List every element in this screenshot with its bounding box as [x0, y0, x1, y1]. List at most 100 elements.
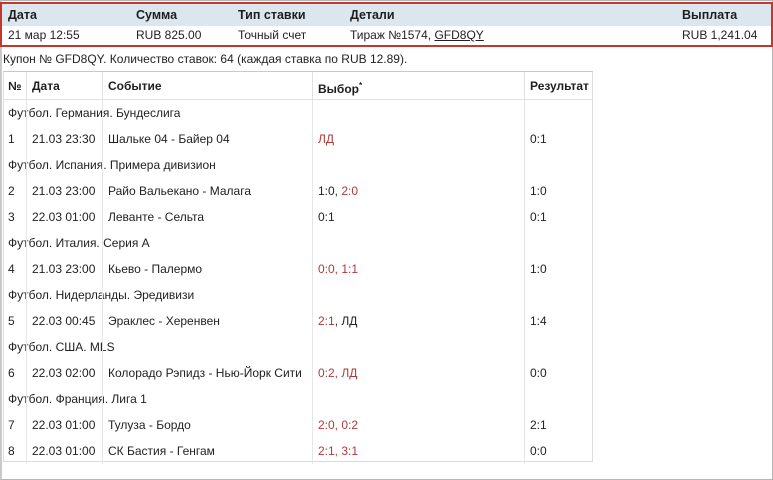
bet-date: 21 мар 12:55	[8, 28, 80, 42]
bet-payout: RUB 1,241.04	[682, 28, 758, 42]
column-divider	[102, 100, 103, 464]
event-result: 1:0	[530, 262, 547, 276]
event-name: Райо Вальекано - Малага	[108, 184, 252, 198]
event-pick: 1:0, 2:0	[318, 178, 358, 204]
event-row: 8 22.03 01:00 СК Бастия - Генгам 2:1, 3:1 0:…	[4, 438, 592, 464]
event-num: 3	[8, 210, 15, 224]
coupon-summary: Купон № GFD8QY. Количество ставок: 64 (к…	[3, 52, 408, 66]
event-date: 21.03 23:00	[32, 184, 96, 198]
event-row: 2 21.03 23:00 Райо Вальекано - Малага 1:0, …	[4, 178, 592, 204]
pick-value: 1:0,	[318, 184, 342, 198]
event-date: 22.03 01:00	[32, 418, 96, 432]
event-row: 1 21.03 23:30 Шальке 04 - Байер 04 ЛД 0:1	[4, 126, 592, 152]
event-num: 4	[8, 262, 15, 276]
header-divider	[102, 72, 103, 100]
event-pick: 0:0, 1:1	[318, 256, 358, 282]
event-name: Тулуза - Бордо	[108, 418, 191, 432]
column-divider	[524, 100, 525, 464]
header-divider	[26, 72, 27, 100]
bet-row[interactable]: 21 мар 12:55 RUB 825.00 Точный счет Тира…	[0, 26, 773, 47]
events-table: № Дата Событие Выбор* Результат Футбол. …	[3, 71, 593, 464]
header-payout: Выплата	[682, 8, 738, 22]
pick-value: 0:0, 1:1	[318, 262, 359, 276]
pick-footnote-mark: *	[359, 81, 363, 90]
league-group-header: Футбол. Нидерланды. Эредивизи	[4, 282, 592, 308]
event-name: Кьево - Палермо	[108, 262, 203, 276]
header-bet-type: Тип ставки	[238, 8, 306, 22]
event-date: 22.03 02:00	[32, 366, 96, 380]
event-date: 22.03 00:45	[32, 314, 96, 328]
event-result: 0:0	[530, 444, 547, 458]
league-name: Футбол. Германия. Бундеслига	[8, 106, 181, 120]
details-text: Тираж №1574,	[350, 28, 435, 42]
pick-value: 0:1	[318, 210, 335, 224]
event-date: 21.03 23:00	[32, 262, 96, 276]
pick-value: 2:0, 0:2	[318, 418, 359, 432]
event-num: 6	[8, 366, 15, 380]
event-date: 22.03 01:00	[32, 210, 96, 224]
event-row: 7 22.03 01:00 Тулуза - Бордо 2:0, 0:2 2:1	[4, 412, 592, 438]
event-result: 0:1	[530, 132, 547, 146]
league-name: Футбол. Италия. Серия А	[8, 236, 150, 250]
league-group-header: Футбол. Италия. Серия А	[4, 230, 592, 256]
event-result: 1:4	[530, 314, 547, 328]
league-name: Футбол. США. MLS	[8, 340, 115, 354]
event-date: 21.03 23:30	[32, 132, 96, 146]
events-table-header: № Дата Событие Выбор* Результат	[4, 72, 592, 100]
event-name: Эраклес - Херенвен	[108, 314, 220, 328]
event-pick: 2:1, 3:1	[318, 438, 358, 464]
column-divider	[26, 100, 27, 464]
bet-amount: RUB 825.00	[136, 28, 202, 42]
coupon-link[interactable]: GFD8QY	[434, 28, 483, 42]
event-result: 0:1	[530, 210, 547, 224]
event-num: 5	[8, 314, 15, 328]
column-divider	[312, 100, 313, 464]
col-pick-label: Выбор	[318, 82, 359, 96]
pick-value: ЛД	[318, 132, 335, 146]
bet-details: Тираж №1574, GFD8QY	[350, 26, 484, 44]
pick-value: 2:1	[318, 314, 335, 328]
event-name: Шальке 04 - Байер 04	[108, 132, 230, 146]
event-num: 1	[8, 132, 15, 146]
league-group-header: Футбол. Франция. Лига 1	[4, 386, 592, 412]
event-num: 7	[8, 418, 15, 432]
event-num: 8	[8, 444, 15, 458]
event-pick: 2:0, 0:2	[318, 412, 358, 438]
event-name: Колорадо Рэпидз - Нью-Йорк Сити	[108, 366, 302, 380]
col-result: Результат	[530, 79, 589, 93]
event-row: 4 21.03 23:00 Кьево - Палермо 0:0, 1:1 1:0	[4, 256, 592, 282]
pick-value: 2:1, 3:1	[318, 444, 359, 458]
event-result: 0:0	[530, 366, 547, 380]
event-pick: 0:2, ЛД	[318, 360, 357, 386]
pick-value: 0:2, ЛД	[318, 366, 358, 380]
header-date: Дата	[8, 8, 37, 22]
header-divider	[312, 72, 313, 100]
league-name: Футбол. Испания. Примера дивизион	[8, 158, 216, 172]
league-group-header: Футбол. Испания. Примера дивизион	[4, 152, 592, 178]
event-pick: ЛД	[318, 126, 334, 152]
event-row: 6 22.03 02:00 Колорадо Рэпидз - Нью-Йорк С…	[4, 360, 592, 386]
header-amount: Сумма	[136, 8, 178, 22]
event-pick: 0:1	[318, 204, 335, 230]
event-pick: 2:1, ЛД	[318, 308, 357, 334]
league-group-header: Футбол. США. MLS	[4, 334, 592, 360]
bet-table-header: Дата Сумма Тип ставки Детали Выплата	[0, 2, 773, 26]
bet-type: Точный счет	[238, 28, 307, 42]
event-name: Леванте - Сельта	[108, 210, 205, 224]
col-pick: Выбор*	[318, 72, 362, 103]
pick-value: , ЛД	[334, 314, 358, 328]
league-name: Футбол. Франция. Лига 1	[8, 392, 147, 406]
event-row: 3 22.03 01:00 Леванте - Сельта 0:1 0:1	[4, 204, 592, 230]
header-divider	[524, 72, 525, 100]
league-group-header: Футбол. Германия. Бундеслига	[4, 100, 592, 126]
event-row: 5 22.03 00:45 Эраклес - Херенвен 2:1, ЛД 1:4	[4, 308, 592, 334]
event-name: СК Бастия - Генгам	[108, 444, 215, 458]
pick-value: 2:0	[341, 184, 359, 198]
event-result: 1:0	[530, 184, 547, 198]
event-date: 22.03 01:00	[32, 444, 96, 458]
col-num: №	[8, 79, 22, 93]
col-date: Дата	[32, 79, 60, 93]
col-event: Событие	[108, 79, 162, 93]
header-details: Детали	[350, 8, 395, 22]
event-result: 2:1	[530, 418, 547, 432]
